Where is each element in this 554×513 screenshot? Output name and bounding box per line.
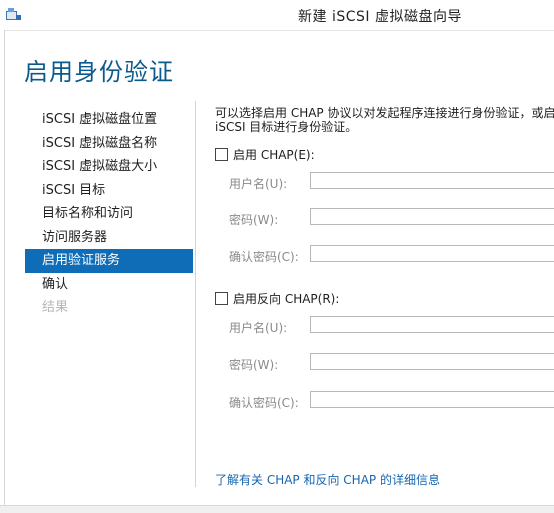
- chap-password-label: 密码(W):: [229, 213, 279, 227]
- wizard-app-icon: [6, 8, 21, 20]
- page-title: 启用身份验证: [24, 58, 174, 86]
- nav-item-disk-name[interactable]: iSCSI 虚拟磁盘名称: [25, 132, 193, 156]
- title-bar: 新建 iSCSI 虚拟磁盘向导: [0, 0, 554, 30]
- wizard-step-nav: iSCSI 虚拟磁盘位置 iSCSI 虚拟磁盘名称 iSCSI 虚拟磁盘大小 i…: [25, 108, 193, 320]
- description: 可以选择启用 CHAP 协议以对发起程序连接进行身份验证，或启用 iSCSI 目…: [215, 106, 554, 134]
- window-title: 新建 iSCSI 虚拟磁盘向导: [298, 9, 462, 25]
- description-line-2: iSCSI 目标进行身份验证。: [215, 120, 358, 134]
- nav-divider: [195, 101, 196, 487]
- reverse-chap-username-label: 用户名(U):: [229, 321, 288, 335]
- nav-item-confirmation[interactable]: 确认: [25, 273, 193, 297]
- enable-chap-checkbox[interactable]: [215, 148, 228, 161]
- bottom-button-bar: [0, 505, 554, 513]
- reverse-chap-password-input[interactable]: [310, 353, 554, 370]
- nav-item-target-name-access[interactable]: 目标名称和访问: [25, 202, 193, 226]
- chap-username-label: 用户名(U):: [229, 177, 288, 191]
- reverse-chap-confirm-password-label: 确认密码(C):: [229, 396, 299, 410]
- content-frame-left: [4, 30, 5, 513]
- nav-item-results: 结果: [42, 300, 69, 315]
- nav-item-iscsi-target[interactable]: iSCSI 目标: [25, 179, 193, 203]
- enable-chap-checkbox-row[interactable]: 启用 CHAP(E):: [215, 146, 315, 163]
- nav-item-disk-location[interactable]: iSCSI 虚拟磁盘位置: [25, 108, 193, 132]
- chap-password-input[interactable]: [310, 208, 554, 225]
- enable-chap-label: 启用 CHAP(E):: [233, 148, 315, 162]
- chap-help-link[interactable]: 了解有关 CHAP 和反向 CHAP 的详细信息: [215, 471, 440, 488]
- enable-reverse-chap-checkbox-row[interactable]: 启用反向 CHAP(R):: [215, 290, 339, 307]
- nav-item-access-servers[interactable]: 访问服务器: [25, 226, 193, 250]
- chap-username-input[interactable]: [310, 172, 554, 189]
- chap-confirm-password-label: 确认密码(C):: [229, 250, 299, 264]
- chap-confirm-password-input[interactable]: [310, 245, 554, 262]
- enable-reverse-chap-checkbox[interactable]: [215, 292, 228, 305]
- reverse-chap-password-label: 密码(W):: [229, 358, 279, 372]
- reverse-chap-confirm-password-input[interactable]: [310, 391, 554, 408]
- content-frame-top: [4, 30, 554, 31]
- description-line-1: 可以选择启用 CHAP 协议以对发起程序连接进行身份验证，或启用: [215, 106, 554, 120]
- reverse-chap-username-input[interactable]: [310, 316, 554, 333]
- enable-reverse-chap-label: 启用反向 CHAP(R):: [233, 292, 340, 306]
- nav-item-disk-size[interactable]: iSCSI 虚拟磁盘大小: [25, 155, 193, 179]
- nav-item-enable-auth[interactable]: 启用验证服务: [25, 249, 193, 273]
